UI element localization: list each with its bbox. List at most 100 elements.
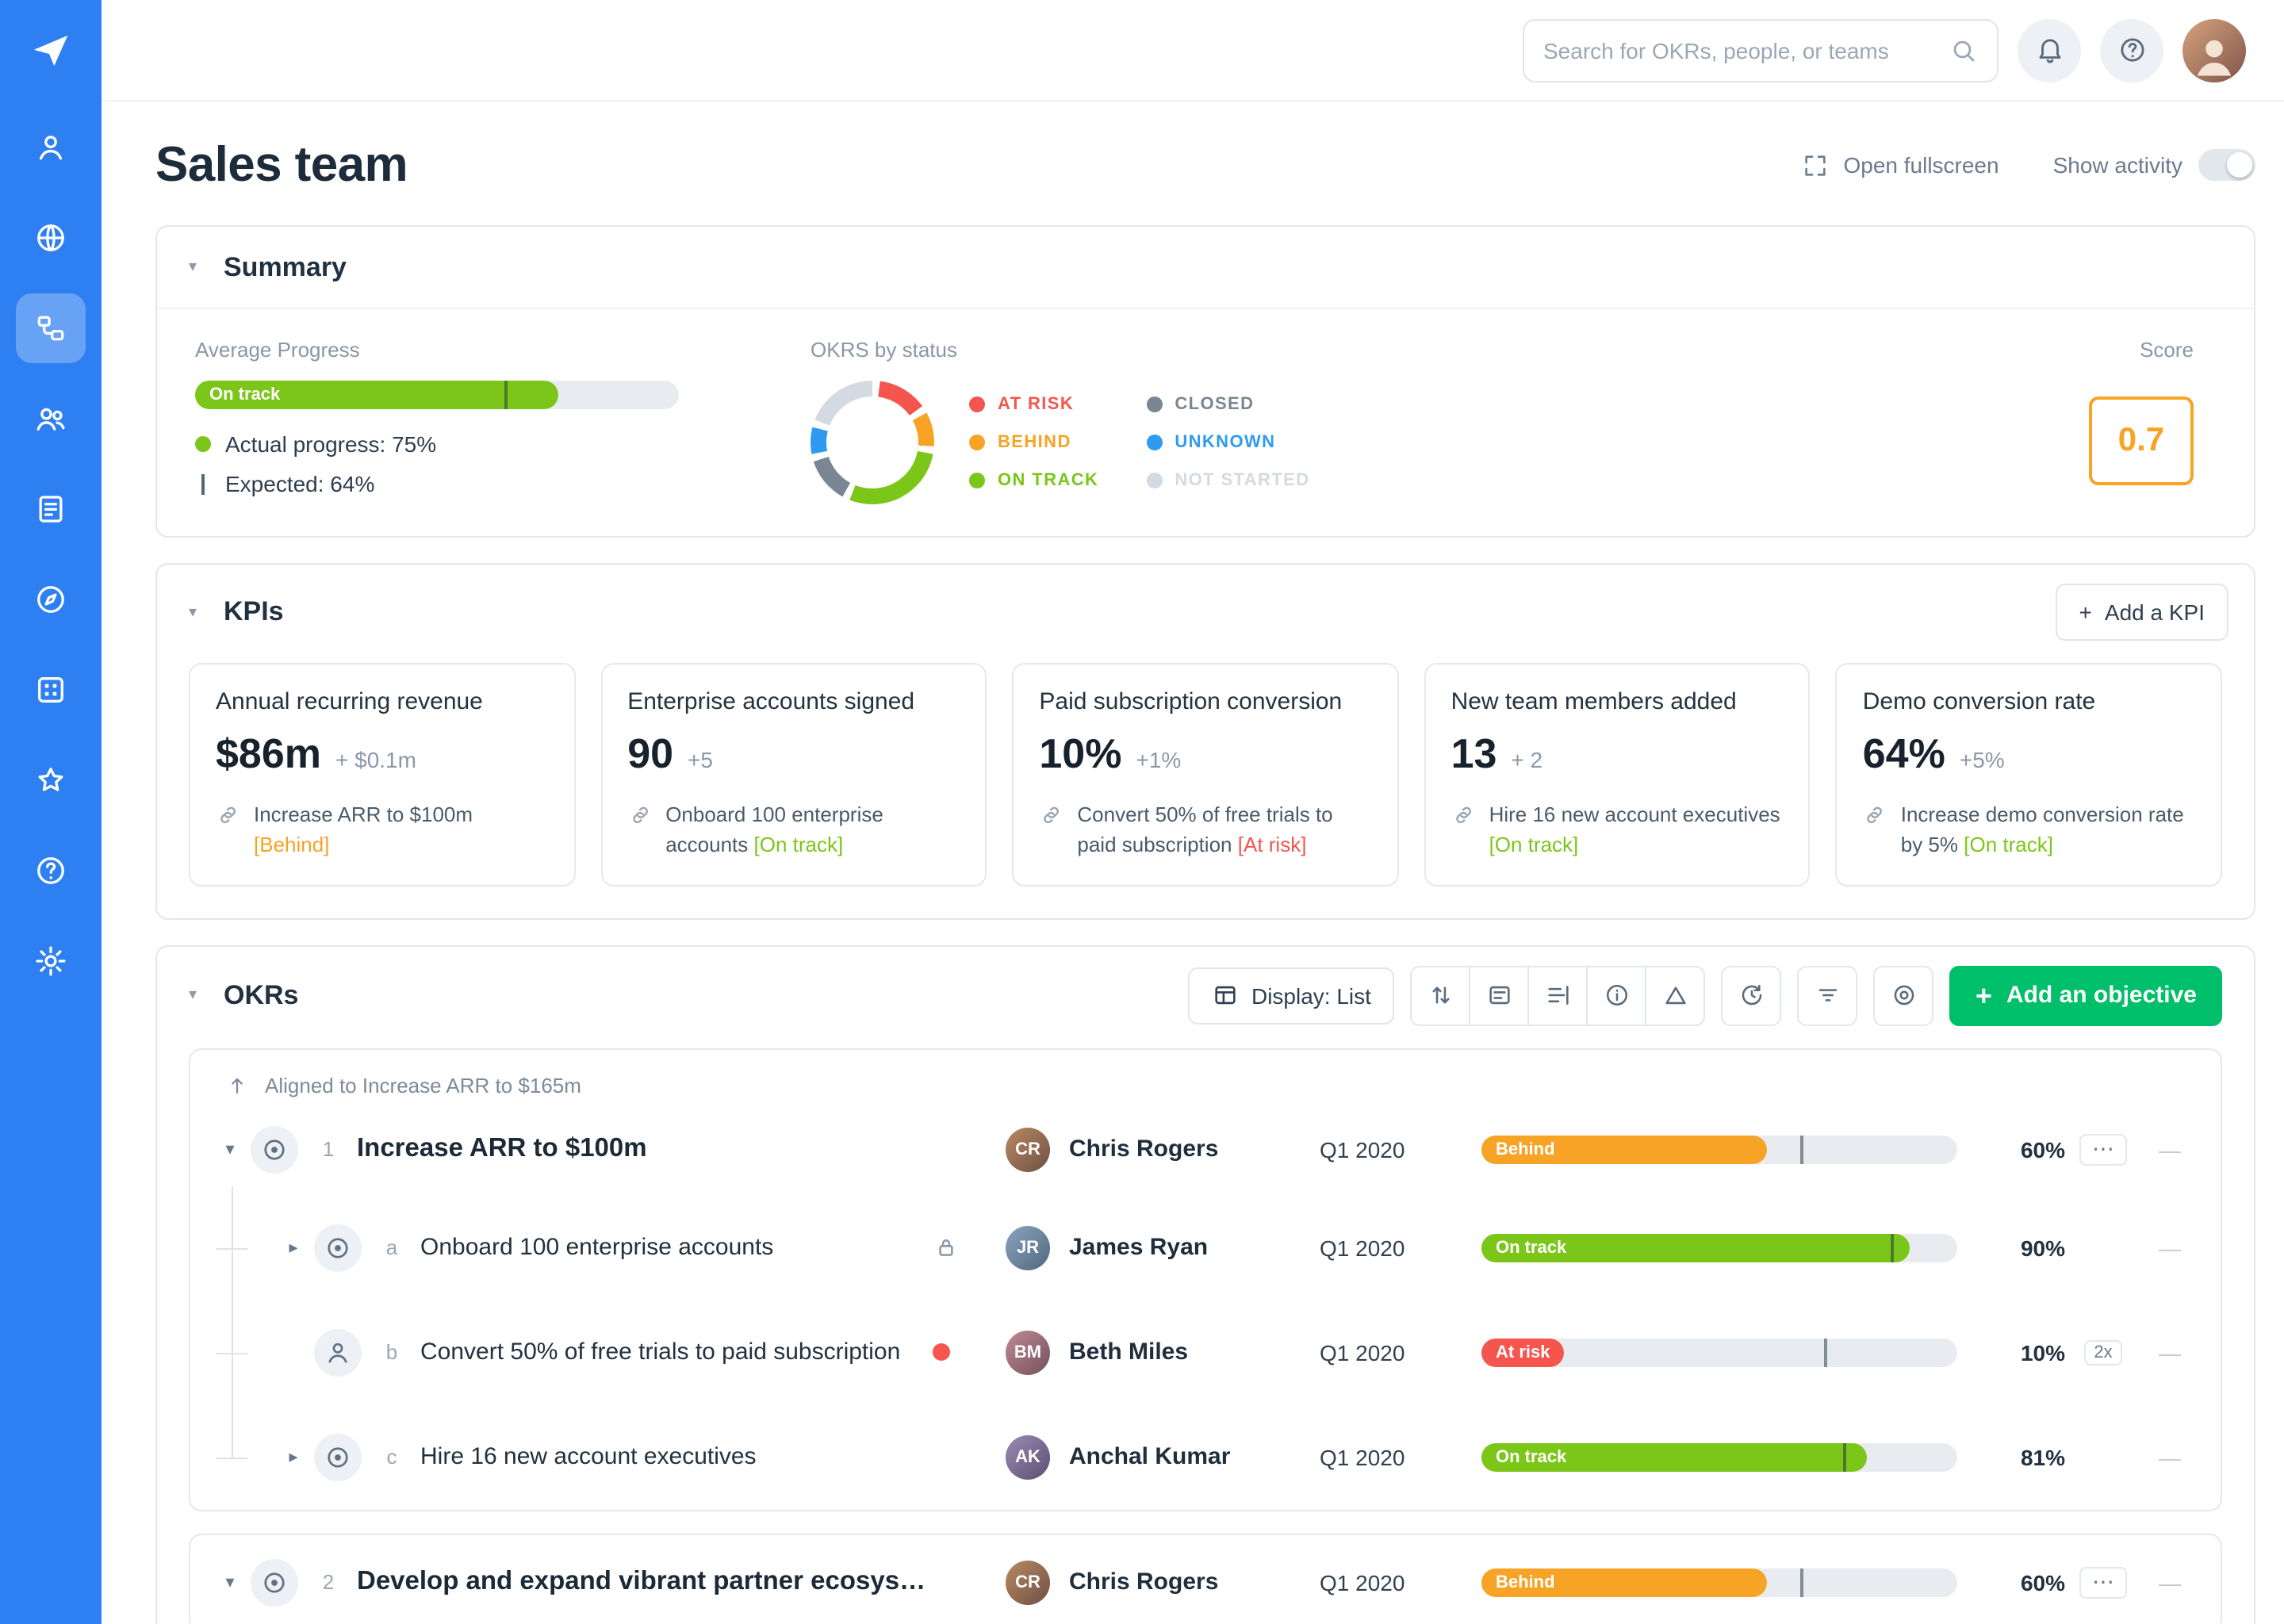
kpi-card-demo-conversion[interactable]: Demo conversion rate 64%+5% Increase dem… [1836,663,2222,886]
owner-cell[interactable]: CR Chris Rogers [1006,1560,1320,1604]
list-view-button[interactable] [1470,965,1530,1025]
closed-dot [1146,396,1162,412]
open-fullscreen-button[interactable]: Open fullscreen [1802,151,1998,178]
kpis-card: ▾ KPIs +Add a KPI Annual recurring reven… [155,563,2255,919]
kpi-linked-objective[interactable]: Increase demo conversion rate by 5% [On … [1901,801,2195,860]
display-mode-button[interactable]: Display: List [1188,967,1395,1024]
keyresult-row[interactable]: b Convert 50% of free trials to paid sub… [190,1300,2221,1404]
kpi-link-text: Increase ARR to $100m [254,802,473,826]
objective-index: 2 [312,1570,344,1594]
link-icon [627,802,653,828]
kpi-title: Annual recurring revenue [216,688,548,715]
search-input[interactable] [1543,37,1949,63]
collapse-summary-icon[interactable]: ▾ [189,259,208,276]
multiplier-badge: 2x [2084,1339,2121,1365]
timeframe: Q1 2020 [1320,1136,1481,1162]
row-menu-button[interactable]: ⋯ [2079,1566,2127,1598]
link-icon [216,802,241,828]
timeframe: Q1 2020 [1320,1235,1481,1260]
expand-keyresult-icon[interactable]: ▸ [276,1237,311,1258]
at-risk-dot [969,396,985,412]
filter-button[interactable] [1798,965,1858,1025]
collapse-objective-icon[interactable]: ▾ [213,1572,247,1592]
status-badge: Behind [1481,1135,1569,1163]
keyresult-row[interactable]: ▸ c Hire 16 new account executives AK An… [190,1404,2221,1509]
link-icon [1451,802,1477,828]
unknown-dot [1146,435,1162,450]
expand-keyresult-icon[interactable]: ▸ [276,1446,311,1467]
app-window: Sales team Open fullscreen Show activity… [0,0,2284,1624]
expected-marker [1800,1568,1803,1596]
add-kpi-label: Add a KPI [2105,599,2205,625]
keyresult-title[interactable]: Hire 16 new account executives [420,1443,933,1470]
collapse-objective-icon[interactable]: ▾ [213,1139,247,1159]
owner-cell[interactable]: BM Beth Miles [1006,1330,1320,1374]
expected-marker [504,381,508,409]
keyresult-target-icon [314,1224,362,1271]
kpi-value: 64% [1863,730,1945,779]
sidebar-item-team-structure[interactable] [16,293,86,363]
sidebar-item-explore[interactable] [16,565,86,634]
progress-bar: On track [1481,1233,1957,1262]
show-activity-toggle[interactable] [2198,149,2255,181]
collapse-okrs-icon[interactable]: ▾ [189,986,208,1004]
kpi-linked-objective[interactable]: Onboard 100 enterprise accounts [On trac… [665,801,960,860]
key-results-list: ▸ a Onboard 100 enterprise accounts JR J… [190,1195,2221,1509]
sort-button[interactable] [1411,965,1471,1025]
status-badge: At risk [1481,1338,1565,1366]
kpi-linked-objective[interactable]: Convert 50% of free trials to paid subsc… [1077,801,1371,860]
collapse-kpis-icon[interactable]: ▾ [189,603,208,621]
kpi-link-status: [On track] [1489,833,1579,856]
kpi-card-arr[interactable]: Annual recurring revenue $86m+ $0.1m Inc… [189,663,575,886]
owner-cell[interactable]: JR James Ryan [1006,1225,1320,1270]
kpi-card-team-members[interactable]: New team members added 13+ 2 Hire 16 new… [1424,663,1811,886]
progress-bar: At risk [1481,1338,1957,1366]
sidebar-item-people[interactable] [16,384,86,454]
okr-group-2: ▾ 2 Develop and expand vibrant partner e… [189,1533,2222,1624]
row-menu-button[interactable]: ⋯ [2079,1133,2127,1165]
documents-icon [33,492,68,527]
expected-progress-text: Expected: 64% [225,471,374,496]
sidebar-item-globe[interactable] [16,203,86,273]
notifications-button[interactable] [2018,18,2081,82]
kpi-card-enterprise-accounts[interactable]: Enterprise accounts signed 90+5 Onboard … [600,663,987,886]
add-objective-button[interactable]: +Add an objective [1950,965,2222,1025]
help-button[interactable] [2100,18,2163,82]
focus-button[interactable] [1874,965,1934,1025]
compact-view-button[interactable] [1528,965,1588,1025]
kpi-linked-objective[interactable]: Increase ARR to $100m [Behind] [254,801,548,860]
team-structure-icon [33,311,68,346]
timeframe: Q1 2020 [1320,1569,1481,1595]
sidebar-item-help[interactable] [16,836,86,906]
kpi-card-paid-conversion[interactable]: Paid subscription conversion 10%+1% Conv… [1012,663,1398,886]
sort-icon [1428,982,1454,1009]
user-avatar[interactable] [2182,18,2246,82]
kpi-link-status: [Behind] [254,833,329,856]
align-icon [1545,982,1572,1009]
keyresult-title[interactable]: Onboard 100 enterprise accounts [420,1234,933,1261]
legend-not-started: NOT STARTED [1175,471,1309,490]
owner-name: James Ryan [1069,1234,1208,1261]
info-button[interactable] [1587,965,1647,1025]
objective-row[interactable]: ▾ 2 Develop and expand vibrant partner e… [190,1534,2221,1624]
add-kpi-button[interactable]: +Add a KPI [2056,584,2228,641]
objective-row[interactable]: ▾ 1 Increase ARR to $100m CR Chris Roger… [190,1103,2221,1195]
owner-cell[interactable]: AK Anchal Kumar [1006,1434,1320,1479]
alerts-button[interactable] [1646,965,1706,1025]
app-logo-icon[interactable] [16,16,86,86]
sidebar-item-favorites[interactable] [16,745,86,815]
kpi-linked-objective[interactable]: Hire 16 new account executives [On track… [1489,801,1784,860]
sidebar-item-apps[interactable] [16,655,86,725]
objective-title[interactable]: Increase ARR to $100m [357,1134,933,1164]
keyresult-title[interactable]: Convert 50% of free trials to paid subsc… [420,1339,933,1365]
sidebar-item-profile[interactable] [16,113,86,182]
owner-cell[interactable]: CR Chris Rogers [1006,1127,1320,1171]
keyresult-row[interactable]: ▸ a Onboard 100 enterprise accounts JR J… [190,1195,2221,1300]
history-button[interactable] [1722,965,1782,1025]
objective-title[interactable]: Develop and expand vibrant partner ecosy… [357,1567,933,1597]
sidebar-item-settings[interactable] [16,926,86,996]
aligned-to-label[interactable]: Aligned to Increase ARR to $165m [265,1073,581,1097]
sidebar-item-documents[interactable] [16,474,86,544]
legend-unknown: UNKNOWN [1175,433,1275,452]
filter-icon [1815,982,1841,1009]
